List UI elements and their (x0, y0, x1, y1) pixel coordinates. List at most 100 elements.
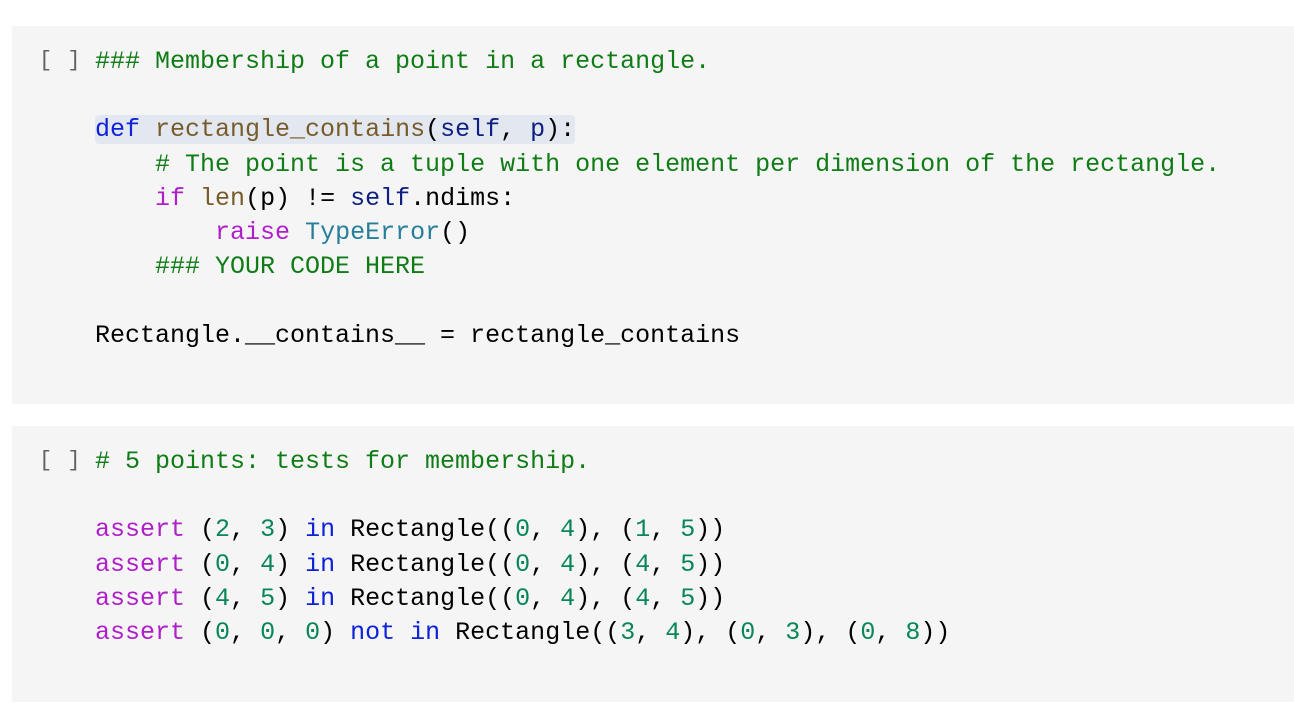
code-line: if len(p) != self.ndims: (95, 182, 1220, 216)
current-line-highlight: def rectangle_contains(self, p): (95, 115, 576, 145)
code-token-num: 4 (560, 549, 576, 579)
code-token-num: 0 (740, 617, 756, 647)
code-token-plain: ) (275, 549, 306, 579)
code-token-plain: ( (185, 617, 216, 647)
code-cell-2[interactable]: [ ] # 5 points: tests for membership. as… (12, 426, 1294, 702)
code-token-ctrl: assert (95, 549, 186, 579)
code-token-plain: , (230, 549, 261, 579)
code-token-comment: ### YOUR CODE HERE (155, 252, 426, 282)
code-token-num: 0 (260, 617, 276, 647)
code-token-num: 0 (305, 617, 321, 647)
code-token-num: 8 (905, 617, 921, 647)
code-token-plain: , (650, 549, 681, 579)
code-token-fn: rectangle_contains (155, 115, 426, 145)
code-token-plain: )) (920, 617, 951, 647)
code-line: ### Membership of a point in a rectangle… (95, 45, 1220, 79)
code-token-kw: in (305, 515, 336, 545)
code-token-var: p (530, 115, 546, 145)
code-token-num: 4 (560, 515, 576, 545)
code-token-plain: , (650, 515, 681, 545)
code-token-plain: .ndims: (410, 183, 516, 213)
code-token-kw: in (305, 583, 336, 613)
code-token-plain: () (440, 217, 471, 247)
code-token-num: 4 (635, 549, 651, 579)
code-token-plain: , (230, 617, 261, 647)
code-token-plain: )) (695, 583, 726, 613)
code-token-plain: (p) != (245, 183, 351, 213)
code-token-plain: , (230, 515, 261, 545)
code-token-comment: # 5 points: tests for membership. (95, 447, 591, 476)
code-line: assert (2, 3) in Rectangle((0, 4), (1, 5… (95, 513, 950, 547)
code-token-plain: , (275, 617, 306, 647)
code-token-plain: ) (275, 583, 306, 613)
code-token-plain: , (530, 583, 561, 613)
code-token-plain: , (230, 583, 261, 613)
code-line: # 5 points: tests for membership. (95, 445, 950, 479)
code-editor[interactable]: ### Membership of a point in a rectangle… (95, 45, 1220, 353)
code-token-plain: ( (185, 549, 216, 579)
code-cell-1[interactable]: [ ] ### Membership of a point in a recta… (12, 26, 1294, 404)
code-token-num: 0 (215, 549, 231, 579)
code-line: ### YOUR CODE HERE (95, 250, 1220, 284)
code-token-plain: Rectangle.__contains__ = rectangle_conta… (95, 320, 741, 350)
code-token-plain: , (635, 617, 666, 647)
code-token-num: 0 (860, 617, 876, 647)
code-token-plain: , (530, 515, 561, 545)
code-token-num: 3 (620, 617, 636, 647)
code-token-kw: def (95, 115, 141, 145)
code-token-plain: ), ( (575, 549, 636, 579)
code-token-num: 0 (215, 617, 231, 647)
code-token-plain: ), ( (575, 583, 636, 613)
code-token-plain: ( (425, 115, 441, 145)
code-token-plain: Rectangle(( (440, 617, 621, 647)
code-token-num: 2 (215, 515, 231, 545)
code-token-ctrl: assert (95, 583, 186, 613)
code-token-num: 5 (680, 515, 696, 545)
code-line: # The point is a tuple with one element … (95, 148, 1220, 182)
code-token-plain: ( (185, 583, 216, 613)
code-token-plain: ) (275, 515, 306, 545)
code-token-plain: Rectangle(( (335, 515, 516, 545)
code-token-num: 4 (215, 583, 231, 613)
run-cell-button[interactable]: [ ] (39, 446, 82, 476)
code-token-cls: TypeError (305, 217, 441, 247)
code-token-num: 1 (635, 515, 651, 545)
code-token-num: 4 (635, 583, 651, 613)
code-line: Rectangle.__contains__ = rectangle_conta… (95, 319, 1220, 353)
code-token-ctrl: assert (95, 515, 186, 545)
code-token-plain: , (875, 617, 906, 647)
code-token-plain: , (755, 617, 786, 647)
code-token-plain: , (650, 583, 681, 613)
code-token-ctrl: assert (95, 617, 186, 647)
code-token-plain: ), ( (575, 515, 636, 545)
code-line: assert (4, 5) in Rectangle((0, 4), (4, 5… (95, 582, 950, 616)
code-token-plain: ): (545, 115, 576, 145)
code-token-ctrl: raise (215, 217, 291, 247)
code-token-num: 5 (260, 583, 276, 613)
code-token-kw: not (350, 617, 396, 647)
code-token-plain: ), ( (680, 617, 741, 647)
code-token-var: self (440, 115, 501, 145)
code-token-num: 4 (560, 583, 576, 613)
code-token-plain: , (500, 115, 531, 145)
code-token-num: 0 (515, 549, 531, 579)
code-token-plain: ), ( (800, 617, 861, 647)
code-token-num: 5 (680, 583, 696, 613)
code-token-plain: Rectangle(( (335, 583, 516, 613)
code-token-num: 3 (785, 617, 801, 647)
run-cell-button[interactable]: [ ] (39, 46, 82, 76)
code-token-fn: len (200, 183, 246, 213)
code-line: raise TypeError() (95, 216, 1220, 250)
code-token-plain: Rectangle(( (335, 549, 516, 579)
code-token-plain: )) (695, 515, 726, 545)
code-token-comment: # The point is a tuple with one element … (155, 149, 1221, 179)
code-token-plain: ) (320, 617, 351, 647)
code-editor[interactable]: # 5 points: tests for membership. assert… (95, 445, 950, 650)
